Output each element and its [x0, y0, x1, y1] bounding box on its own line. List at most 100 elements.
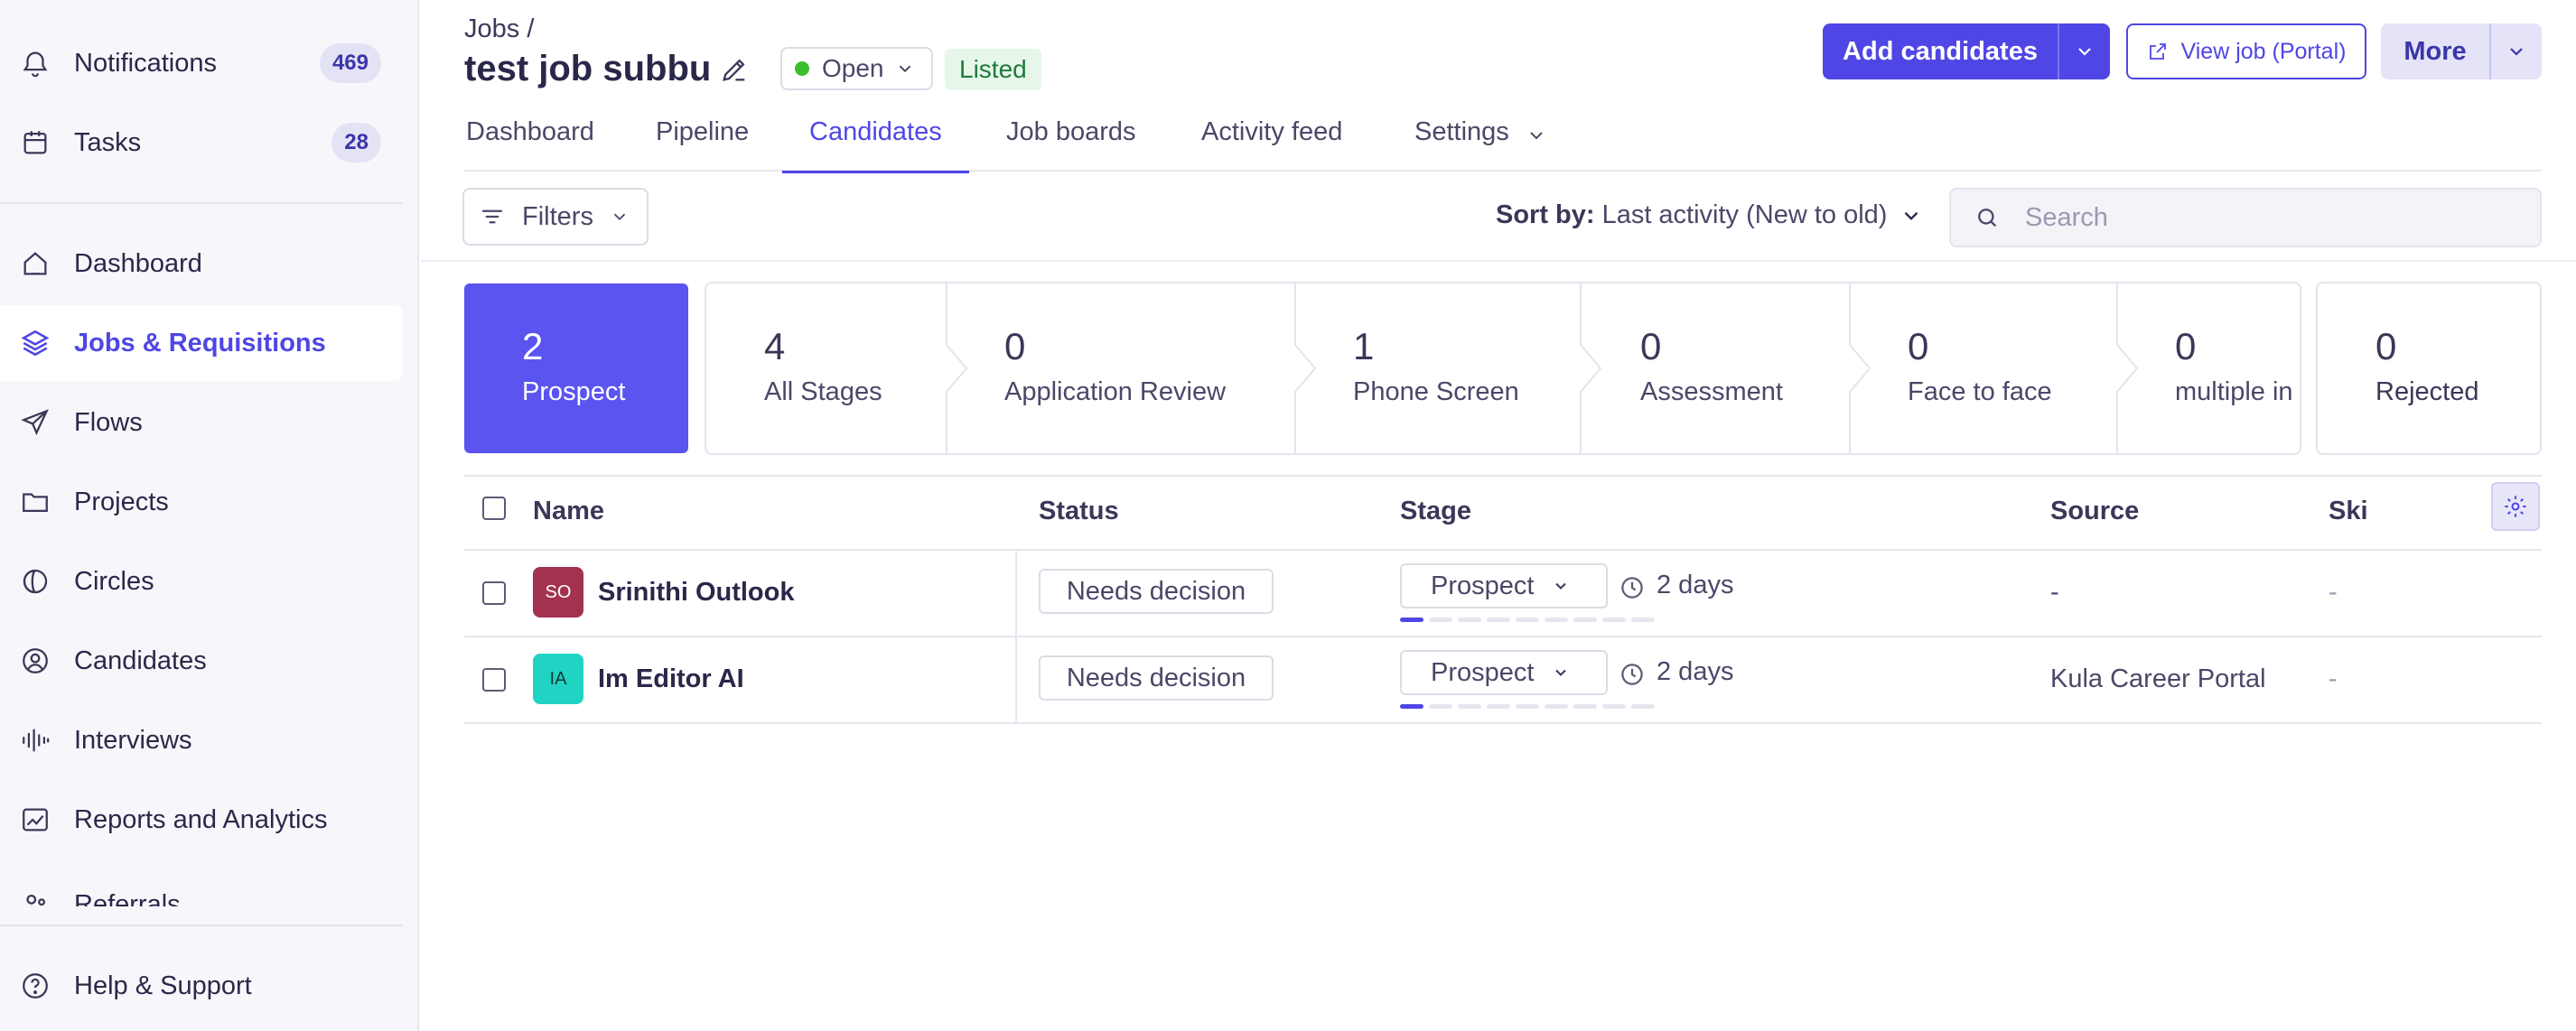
sidebar-item-jobs-requisitions[interactable]: Jobs & Requisitions	[0, 305, 403, 381]
stage-progress	[1400, 704, 1655, 709]
sidebar-item-label: Flows	[74, 407, 143, 437]
chevron-down-icon	[1555, 669, 1567, 676]
notifications-count-badge: 469	[319, 43, 381, 83]
bell-icon	[23, 51, 48, 78]
status-badge[interactable]: Needs decision	[1039, 655, 1274, 701]
tab-settings-label: Settings	[1414, 117, 1509, 146]
avatar: IA	[533, 654, 583, 704]
select-all-checkbox[interactable]	[482, 497, 506, 520]
filters-button[interactable]: Filters	[462, 188, 649, 246]
stage-dropdown-label: Prospect	[1431, 571, 1535, 600]
sidebar-item-circles[interactable]: Circles	[0, 543, 403, 619]
column-header-source[interactable]: Source	[2050, 497, 2139, 526]
more-button[interactable]: More	[2381, 23, 2491, 79]
chevron-down-icon	[899, 65, 910, 73]
chevron-down-icon	[1905, 211, 1918, 220]
stage-card-application-review[interactable]: 0 Application Review	[1004, 283, 1226, 453]
progress-segment	[1429, 618, 1452, 622]
status-badge[interactable]: Needs decision	[1039, 569, 1274, 614]
column-header-stage[interactable]: Stage	[1400, 497, 1471, 526]
sidebar-item-reports-analytics[interactable]: Reports and Analytics	[0, 782, 403, 858]
progress-segment	[1516, 618, 1539, 622]
column-header-status[interactable]: Status	[1039, 497, 1119, 526]
more-dropdown[interactable]	[2491, 23, 2542, 79]
clock-icon	[1621, 577, 1643, 599]
stage-card-all-stages[interactable]: 4 All Stages	[764, 283, 882, 453]
stage-card-rejected[interactable]: 0 Rejected	[2316, 282, 2542, 455]
job-status-dropdown[interactable]: Open	[780, 47, 933, 90]
referrals-icon	[26, 894, 46, 906]
row-checkbox[interactable]	[482, 581, 506, 605]
job-tabs: Dashboard Pipeline Candidates Job boards…	[464, 108, 2542, 173]
sidebar-item-interviews[interactable]: Interviews	[0, 702, 403, 778]
clock-icon	[1621, 664, 1643, 685]
breadcrumb[interactable]: Jobs /	[464, 14, 534, 44]
chevron-down-icon	[1555, 582, 1567, 590]
search-input[interactable]	[2025, 202, 2531, 233]
sidebar-scroll-clip: Referrals	[0, 867, 403, 906]
user-circle-icon	[23, 648, 48, 673]
column-header-name[interactable]: Name	[533, 497, 604, 526]
candidate-name-link[interactable]: Im Editor AI	[598, 664, 744, 694]
search-icon	[1978, 209, 1997, 228]
add-candidates-dropdown[interactable]	[2059, 23, 2110, 79]
tab-job-boards[interactable]: Job boards	[1006, 108, 1136, 172]
page-title: test job subbu	[464, 49, 712, 88]
tab-settings[interactable]: Settings	[1414, 108, 1547, 172]
candidate-source: -	[2050, 578, 2059, 607]
sidebar-item-flows[interactable]: Flows	[0, 385, 403, 460]
progress-segment	[1573, 618, 1597, 622]
stage-count: 0	[1908, 325, 1929, 367]
sidebar-item-label: Circles	[74, 566, 154, 596]
stage-pipeline-strip: 4 All Stages 0 Application Review 1 Phon…	[705, 282, 2301, 455]
sidebar-item-notifications[interactable]: Notifications 469	[0, 25, 403, 101]
stage-dropdown[interactable]: Prospect	[1400, 650, 1608, 695]
stage-count: 4	[764, 325, 786, 367]
sidebar-item-label: Projects	[74, 487, 169, 516]
progress-segment	[1400, 618, 1423, 622]
column-settings-button[interactable]	[2491, 482, 2540, 531]
stage-label: Prospect	[522, 377, 626, 406]
stage-progress	[1400, 618, 1655, 622]
chevron-down-icon	[613, 213, 626, 221]
stage-count: 0	[2375, 325, 2397, 367]
row-checkbox[interactable]	[482, 668, 506, 692]
stage-card-phone-screen[interactable]: 1 Phone Screen	[1353, 283, 1519, 453]
tab-activity-feed[interactable]: Activity feed	[1201, 108, 1342, 172]
tab-pipeline[interactable]: Pipeline	[656, 108, 749, 172]
stage-dropdown[interactable]: Prospect	[1400, 563, 1608, 608]
tab-dashboard[interactable]: Dashboard	[466, 108, 594, 172]
table-row[interactable]: IA Im Editor AI Needs decision Prospect …	[464, 637, 2542, 724]
sidebar-item-projects[interactable]: Projects	[0, 464, 403, 540]
view-job-label: View job (Portal)	[2180, 38, 2347, 64]
progress-segment	[1602, 618, 1626, 622]
stage-card-multiple-interviews[interactable]: 0 multiple in	[2175, 283, 2293, 453]
stage-card-prospect[interactable]: 2 Prospect	[464, 283, 688, 453]
tasks-count-badge: 28	[331, 123, 381, 163]
sidebar-item-label: Candidates	[74, 646, 207, 675]
stage-card-assessment[interactable]: 0 Assessment	[1640, 283, 1783, 453]
sidebar-item-help-support[interactable]: Help & Support	[0, 948, 403, 1024]
stage-label: Assessment	[1640, 377, 1783, 406]
sidebar-item-referrals[interactable]: Referrals	[0, 867, 403, 906]
sidebar-item-candidates[interactable]: Candidates	[0, 623, 403, 699]
stage-count: 1	[1353, 325, 1375, 367]
sidebar-divider	[0, 202, 403, 204]
sidebar-item-label: Dashboard	[74, 248, 202, 278]
add-candidates-button[interactable]: Add candidates	[1823, 23, 2059, 79]
table-row[interactable]: SO Srinithi Outlook Needs decision Prosp…	[464, 551, 2542, 637]
stage-card-face-to-face[interactable]: 0 Face to face	[1908, 283, 2052, 453]
pencil-icon[interactable]	[719, 54, 750, 85]
progress-segment	[1429, 704, 1452, 709]
table-header: Name Status Stage Source Ski	[464, 475, 2542, 551]
sidebar-item-tasks[interactable]: Tasks 28	[0, 105, 403, 181]
sort-by-dropdown[interactable]: Sort by: Last activity (New to old)	[1496, 200, 1923, 230]
view-job-portal-button[interactable]: View job (Portal)	[2126, 23, 2366, 79]
progress-segment	[1458, 618, 1481, 622]
filters-label: Filters	[522, 201, 593, 231]
sidebar-item-dashboard[interactable]: Dashboard	[0, 226, 403, 302]
column-header-skills[interactable]: Ski	[2329, 497, 2368, 526]
tab-candidates[interactable]: Candidates	[782, 108, 969, 173]
progress-segment	[1631, 704, 1655, 709]
candidate-name-link[interactable]: Srinithi Outlook	[598, 578, 795, 608]
